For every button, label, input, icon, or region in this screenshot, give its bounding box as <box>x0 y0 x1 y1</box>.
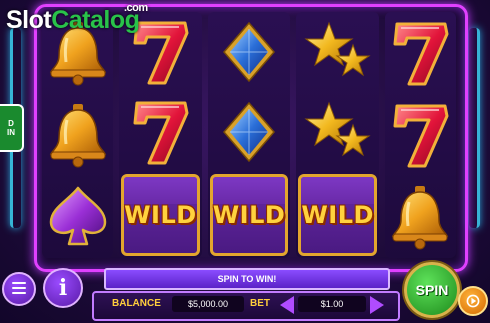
info-button[interactable]: i <box>43 268 83 308</box>
bet-label: BET <box>250 298 270 309</box>
autoplay-button[interactable] <box>458 286 488 316</box>
reel-1 <box>42 12 114 258</box>
seven-icon <box>393 22 449 86</box>
diamond-icon <box>223 101 275 163</box>
message-text: SPIN TO WIN! <box>217 274 277 284</box>
wild-panel-top <box>301 177 374 204</box>
chevron-left-icon[interactable] <box>280 296 294 314</box>
reel-cell <box>385 178 456 256</box>
reel-3: WILD <box>207 12 291 258</box>
wild-symbol: WILD <box>209 174 289 256</box>
reel-cell <box>208 14 291 90</box>
reel-grid: WILD WILD WILD <box>42 12 456 258</box>
stars-icon <box>304 21 371 77</box>
wild-symbol: WILD <box>298 174 377 256</box>
reel-2: WILD <box>119 12 202 258</box>
reel-cell <box>296 94 379 170</box>
balance-value: $5,000.00 <box>187 299 229 309</box>
spin-button-label: SPIN <box>415 282 449 298</box>
diamond-icon <box>223 21 275 83</box>
seven-icon <box>133 101 189 165</box>
bet-value: $1.00 <box>320 299 344 309</box>
watermark-text-com: .com <box>124 2 148 14</box>
stars-icon <box>304 101 371 157</box>
chevron-right-icon[interactable] <box>370 296 384 314</box>
wild-panel-top <box>212 177 286 204</box>
watermark-text-slot: Slot <box>6 6 52 34</box>
message-bar: SPIN TO WIN! <box>104 268 390 290</box>
wild-label: WILD <box>301 201 374 229</box>
seven-icon <box>393 104 449 168</box>
bell-icon <box>392 186 449 250</box>
reel-cell <box>296 14 379 90</box>
spin-button[interactable]: SPIN <box>404 262 460 318</box>
reel-cell <box>42 178 113 256</box>
balance-value-box: $5,000.00 <box>172 296 244 312</box>
bell-icon <box>49 104 106 168</box>
spade-icon <box>49 186 106 246</box>
reel-5 <box>384 12 456 258</box>
balance-label: BALANCE <box>112 298 161 309</box>
wild-symbol: WILD <box>121 174 200 256</box>
reel-cell <box>385 96 456 174</box>
neon-accent-right <box>469 28 480 228</box>
reel-cell <box>385 14 456 92</box>
wild-label: WILD <box>212 201 286 229</box>
balance-bet-bar: BALANCE $5,000.00 BET $1.00 <box>92 291 400 321</box>
side-promo-tab[interactable]: D IN <box>0 104 24 152</box>
reel-cell <box>119 94 202 170</box>
autoplay-icon <box>466 294 480 308</box>
side-tab-label: D IN <box>7 119 15 137</box>
info-icon: i <box>58 275 68 301</box>
reel-cell <box>208 94 291 170</box>
reel-cell <box>42 96 113 174</box>
bet-value-box: $1.00 <box>298 296 366 312</box>
menu-button[interactable] <box>2 272 36 306</box>
wild-panel-top <box>124 177 197 204</box>
reel-4: WILD <box>296 12 379 258</box>
wild-label: WILD <box>124 201 197 229</box>
watermark-logo: SlotCatalog .com <box>6 2 148 35</box>
